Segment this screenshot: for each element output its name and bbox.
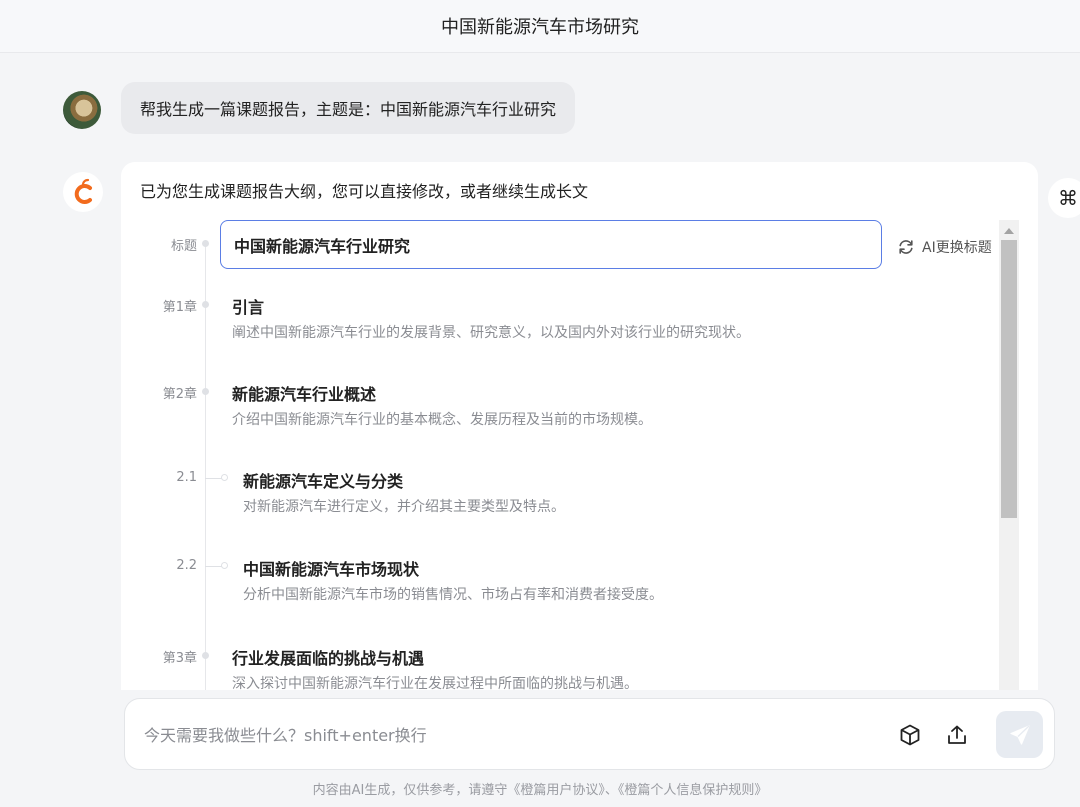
ai-avatar	[63, 172, 103, 212]
section-heading: 引言	[232, 298, 265, 317]
page-title: 中国新能源汽车市场研究	[441, 17, 639, 38]
title-value: 中国新能源汽车行业研究	[234, 236, 411, 256]
section-label: 第1章	[162, 300, 197, 315]
timeline-dot	[202, 388, 209, 395]
user-message-text: 帮我生成一篇课题报告，主题是：中国新能源汽车行业研究	[140, 100, 557, 119]
upload-button[interactable]	[943, 721, 971, 749]
subsection-description: 对新能源汽车进行定义，并介绍其主要类型及特点。	[243, 499, 565, 515]
subsection-dot	[221, 562, 228, 569]
timeline-dot	[202, 301, 209, 308]
user-message-bubble: 帮我生成一篇课题报告，主题是：中国新能源汽车行业研究	[121, 82, 576, 134]
command-icon: ⌘	[1058, 186, 1078, 210]
section-label: 第2章	[162, 387, 197, 402]
outline-editor: 标题 中国新能源汽车行业研究 AI更换标题 第1章 引言 阐述中国新能源汽车行业…	[121, 220, 1019, 690]
subsection-heading: 新能源汽车定义与分类	[243, 472, 404, 491]
send-icon	[1009, 724, 1030, 745]
section-description: 阐述中国新能源汽车行业的发展背景、研究意义，以及国内外对该行业的研究现状。	[232, 325, 750, 341]
subsection-label: 2.2	[176, 558, 197, 573]
user-avatar	[63, 91, 101, 129]
timeline-dot	[202, 652, 209, 659]
ai-retitle-label: AI更换标题	[922, 240, 992, 256]
section-heading: 新能源汽车行业概述	[232, 385, 377, 404]
footer-disclaimer: 内容由AI生成，仅供参考，请遵守《橙篇用户协议》、《橙篇个人信息保护规则》	[312, 783, 768, 798]
header-bar: 中国新能源汽车市场研究	[0, 0, 1080, 53]
cube-icon	[900, 724, 920, 746]
shortcut-button[interactable]: ⌘	[1048, 178, 1080, 218]
title-input[interactable]: 中国新能源汽车行业研究	[220, 220, 882, 269]
subsection-description: 分析中国新能源汽车市场的销售情况、市场占有率和消费者接受度。	[243, 587, 663, 603]
subsection-dot	[221, 474, 228, 481]
message-composer	[124, 698, 1055, 770]
refresh-icon	[899, 240, 913, 254]
ai-intro-text: 已为您生成课题报告大纲，您可以直接修改，或者继续生成长文	[140, 182, 589, 201]
send-button[interactable]	[996, 711, 1043, 758]
cube-button[interactable]	[896, 721, 924, 749]
upload-icon	[948, 725, 966, 744]
ai-message-card: 已为您生成课题报告大纲，您可以直接修改，或者继续生成长文 标题 中国新能源汽车行…	[121, 162, 1038, 690]
brand-logo-icon	[74, 178, 92, 204]
outline-scrollbar[interactable]	[999, 220, 1019, 690]
timeline-dot	[202, 240, 209, 247]
message-input[interactable]	[144, 723, 844, 747]
section-heading: 行业发展面临的挑战与机遇	[232, 649, 425, 668]
subsection-heading: 中国新能源汽车市场现状	[243, 560, 420, 579]
subsection-label: 2.1	[176, 470, 197, 485]
scroll-up-arrow-icon[interactable]	[1004, 228, 1014, 234]
scrollbar-thumb[interactable]	[1001, 240, 1017, 518]
section-description: 深入探讨中国新能源汽车行业在发展过程中所面临的挑战与机遇。	[232, 676, 638, 690]
section-description: 介绍中国新能源汽车行业的基本概念、发展历程及当前的市场规模。	[232, 412, 652, 428]
section-label: 第3章	[162, 651, 197, 666]
title-label: 标题	[170, 239, 197, 254]
ai-retitle-button[interactable]: AI更换标题	[897, 237, 992, 257]
